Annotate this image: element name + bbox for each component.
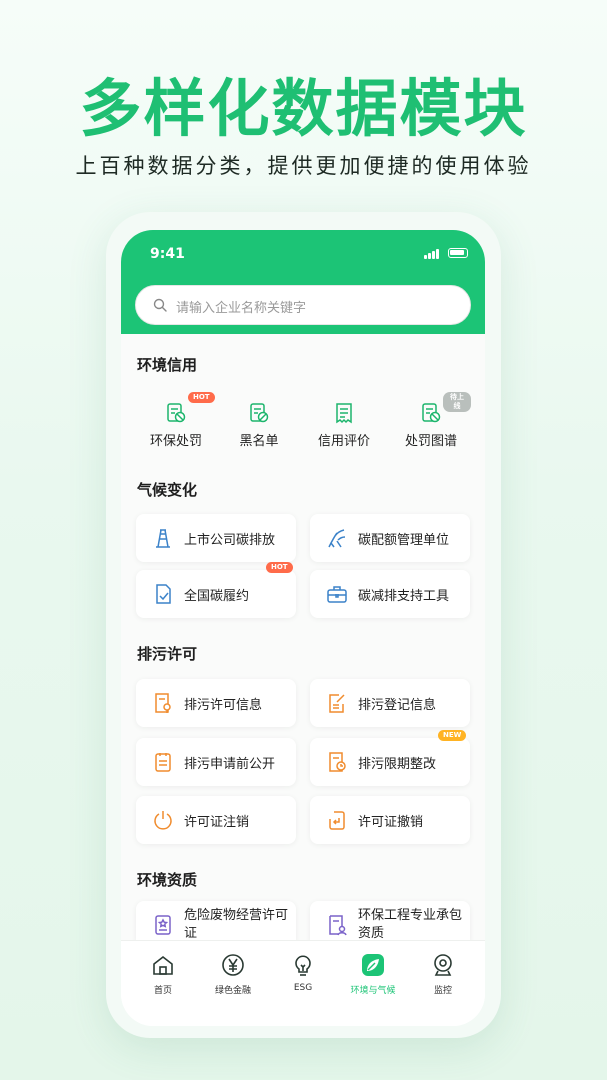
tab-label: ESG	[293, 983, 313, 993]
leaf-icon	[362, 954, 384, 976]
card-label: 环保工程专业承包资质	[358, 908, 463, 941]
penalty-doc-icon	[167, 403, 186, 423]
card-listed-company-carbon[interactable]: 上市公司碳排放	[136, 514, 296, 562]
section-title-climate: 气候变化	[137, 481, 198, 499]
tab-label: 环境与气候	[350, 986, 396, 996]
yuan-icon	[222, 954, 244, 976]
certificate-icon	[155, 915, 171, 935]
camera-icon	[434, 954, 452, 976]
search-icon	[153, 298, 167, 312]
edit-doc-icon	[329, 694, 345, 713]
revoke-icon	[329, 811, 345, 830]
card-label: 碳减排支持工具	[358, 589, 450, 604]
home-icon	[153, 955, 173, 975]
card-discharge-permit-info[interactable]: 排污许可信息	[136, 679, 296, 727]
bottom-tab-bar: 首页 绿色金融 ESG 环境与气候 监控	[121, 940, 485, 1026]
card-label: 排污许可信息	[184, 698, 263, 713]
grid-item-credit-rating[interactable]: 信用评价	[304, 402, 384, 449]
phone-screen: 9:41 请输入企业名称关键字 环境信用 环保处罚 HOT 黑名单 信用评价 处…	[121, 230, 485, 1026]
factory-icon	[328, 529, 346, 548]
grid-item-env-penalty[interactable]: 环保处罚 HOT	[136, 392, 216, 449]
tab-label: 监控	[433, 986, 452, 996]
check-doc-icon	[156, 584, 171, 604]
card-discharge-registration[interactable]: 排污登记信息	[310, 679, 470, 727]
card-label: 全国碳履约	[184, 589, 250, 604]
card-label: 许可证撤销	[358, 815, 424, 830]
hero-subtitle: 上百种数据分类，提供更加便捷的使用体验	[75, 154, 532, 178]
tab-label: 首页	[153, 986, 172, 996]
credit-receipt-icon	[336, 403, 352, 424]
toolbox-icon	[327, 586, 347, 603]
section-title-env-qualification: 环境资质	[137, 871, 198, 889]
card-label: 排污登记信息	[358, 698, 437, 713]
grid-item-penalty-graph[interactable]: 处罚图谱 待上线	[391, 392, 471, 449]
lightbulb-icon	[295, 955, 311, 976]
tab-monitoring[interactable]: 监控	[408, 953, 478, 996]
tab-label: 绿色金融	[214, 986, 251, 996]
deadline-doc-icon	[329, 752, 346, 772]
tab-home[interactable]: 首页	[128, 953, 198, 996]
hot-badge: HOT	[266, 562, 293, 573]
grid-item-label: 处罚图谱	[404, 434, 457, 449]
header-bar: 9:41 请输入企业名称关键字	[121, 230, 485, 334]
search-placeholder: 请输入企业名称关键字	[176, 301, 307, 316]
coming-soon-badge: 待上线	[443, 392, 471, 412]
clipboard-icon	[155, 753, 171, 772]
contractor-doc-icon	[329, 915, 347, 936]
new-badge: NEW	[438, 730, 467, 741]
grid-item-label: 环保处罚	[149, 434, 202, 449]
card-label: 排污限期整改	[358, 757, 437, 772]
card-label: 许可证注销	[184, 815, 250, 830]
tower-icon	[156, 529, 170, 548]
search-input[interactable]: 请输入企业名称关键字	[135, 285, 471, 325]
grid-item-label: 信用评价	[317, 434, 370, 449]
card-permit-cancellation[interactable]: 许可证注销	[136, 796, 296, 844]
card-label: 危险废物经营许可证	[184, 908, 289, 941]
main-content: 环境信用 环保处罚 HOT 黑名单 信用评价 处罚图谱 待上线 气候变化 上市公…	[121, 334, 485, 949]
blacklist-doc-icon	[250, 403, 269, 423]
card-national-carbon-compliance[interactable]: 全国碳履约 HOT	[136, 562, 296, 618]
hot-badge: HOT	[188, 392, 215, 403]
signal-icon	[424, 249, 440, 259]
power-icon	[154, 811, 172, 830]
grid-item-label: 黑名单	[239, 434, 279, 449]
permit-doc-icon	[155, 693, 171, 713]
tab-environment-climate[interactable]: 环境与气候	[338, 953, 408, 996]
card-label: 碳配额管理单位	[358, 533, 450, 548]
card-permit-revocation[interactable]: 许可证撤销	[310, 796, 470, 844]
card-label: 上市公司碳排放	[184, 533, 276, 548]
tab-esg[interactable]: ESG	[268, 953, 338, 993]
tab-green-finance[interactable]: 绿色金融	[198, 953, 268, 996]
section-title-env-credit: 环境信用	[137, 356, 198, 374]
card-pre-application-disclosure[interactable]: 排污申请前公开	[136, 738, 296, 786]
grid-item-blacklist[interactable]: 黑名单	[219, 402, 299, 449]
battery-icon	[448, 248, 468, 258]
card-carbon-reduction-tools[interactable]: 碳减排支持工具	[310, 570, 470, 618]
status-time: 9:41	[150, 246, 185, 262]
hero-title: 多样化数据模块	[79, 72, 528, 145]
card-label: 排污申请前公开	[184, 757, 276, 772]
penalty-graph-icon	[422, 403, 441, 423]
card-carbon-quota-units[interactable]: 碳配额管理单位	[310, 514, 470, 562]
card-deadline-rectification[interactable]: 排污限期整改 NEW	[310, 730, 470, 786]
section-title-discharge: 排污许可	[137, 645, 198, 663]
